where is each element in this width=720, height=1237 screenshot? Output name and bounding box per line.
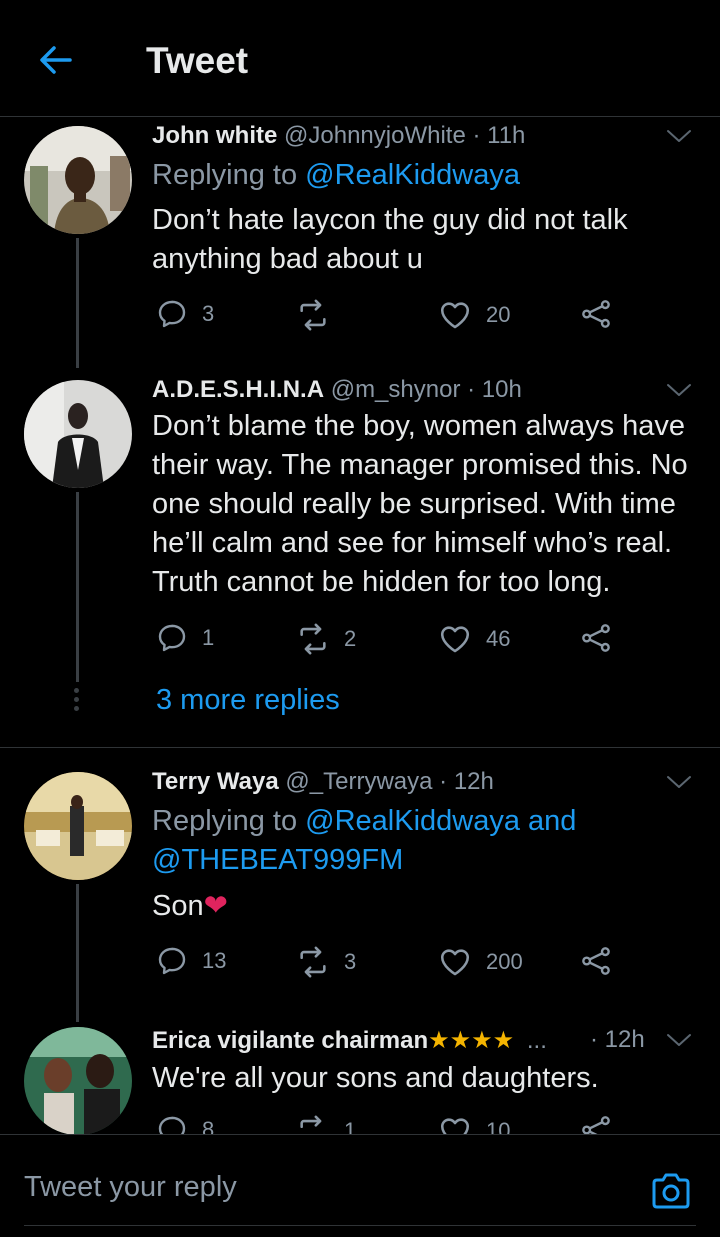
- mention-link[interactable]: @THEBEAT999FM: [152, 844, 403, 876]
- retweet-count: 2: [344, 626, 357, 651]
- composer-underline: [24, 1225, 696, 1226]
- share-icon: [580, 622, 612, 654]
- retweet-button[interactable]: 3: [296, 945, 356, 979]
- reply-button[interactable]: 1: [156, 622, 214, 654]
- retweet-button[interactable]: [296, 298, 344, 332]
- divider: [0, 747, 720, 748]
- author-handle[interactable]: @_Terrywaya: [285, 768, 432, 795]
- retweet-count: 3: [344, 949, 357, 974]
- author-name[interactable]: Terry Waya: [152, 768, 279, 795]
- back-arrow-icon[interactable]: [36, 40, 76, 80]
- camera-icon[interactable]: [650, 1171, 692, 1211]
- thread-line: [76, 884, 79, 1022]
- reply-count: 3: [202, 301, 215, 326]
- reply-count: 13: [202, 948, 227, 973]
- top-bar: Tweet: [0, 0, 720, 117]
- avatar[interactable]: [24, 1027, 132, 1135]
- tweet-actions: 13 3 200: [156, 945, 626, 981]
- reply-icon: [156, 622, 188, 654]
- avatar[interactable]: [24, 772, 132, 880]
- thread-line: [76, 238, 79, 368]
- thread-dots: [74, 688, 80, 715]
- tweet-text: Don’t blame the boy, women always have t…: [152, 410, 688, 598]
- share-button[interactable]: [580, 622, 626, 654]
- tweet-actions: 3 20: [156, 298, 626, 334]
- heart-emoji: ❤: [203, 890, 228, 922]
- like-icon: [438, 622, 472, 656]
- retweet-icon: [296, 622, 330, 656]
- thread-line: [76, 492, 79, 682]
- share-icon: [580, 945, 612, 977]
- star-emojis: ★★★★: [428, 1027, 515, 1054]
- like-count: 46: [486, 626, 511, 651]
- replying-to: Replying to @RealKiddwaya and @THEBEAT99…: [152, 805, 577, 876]
- tweet-time: · 10h: [467, 376, 522, 403]
- like-button[interactable]: 20: [438, 298, 510, 332]
- share-button[interactable]: [580, 298, 626, 330]
- mention-link[interactable]: @RealKiddwaya: [305, 159, 520, 191]
- mention-link[interactable]: @RealKiddwaya and: [305, 805, 576, 837]
- tweet-time: · 12h: [439, 768, 494, 795]
- tweet-text: Son❤: [152, 890, 228, 922]
- reply-input[interactable]: Tweet your reply: [24, 1171, 237, 1204]
- like-icon: [438, 945, 472, 979]
- tweet-time: · 12h: [590, 1026, 645, 1053]
- share-icon: [580, 298, 612, 330]
- like-count: 200: [486, 949, 523, 974]
- like-button[interactable]: 46: [438, 622, 510, 656]
- author-handle[interactable]: @m_shynor: [331, 376, 461, 403]
- tweet-actions: 1 2 46: [156, 622, 626, 658]
- reply-icon: [156, 945, 188, 977]
- retweet-icon: [296, 298, 330, 332]
- chevron-down-icon[interactable]: [666, 128, 692, 144]
- tweet-text: We're all your sons and daughters.: [152, 1062, 599, 1094]
- chevron-down-icon[interactable]: [666, 382, 692, 398]
- author-name[interactable]: Erica vigilante chairman: [152, 1027, 428, 1054]
- author-name[interactable]: John white: [152, 122, 277, 149]
- reply-button[interactable]: 3: [156, 298, 214, 330]
- tweet-text: Don’t hate laycon the guy did not talk a…: [152, 204, 628, 275]
- more-replies-link[interactable]: 3 more replies: [156, 684, 340, 717]
- author-handle[interactable]: @JohnnyjoWhite: [284, 122, 466, 149]
- reply-count: 1: [202, 625, 215, 650]
- avatar[interactable]: [24, 380, 132, 488]
- share-button[interactable]: [580, 945, 626, 977]
- like-button[interactable]: 200: [438, 945, 523, 979]
- reply-icon: [156, 298, 188, 330]
- retweet-icon: [296, 945, 330, 979]
- reply-button[interactable]: 13: [156, 945, 226, 977]
- like-count: 20: [486, 302, 511, 327]
- author-name[interactable]: A.D.E.S.H.I.N.A: [152, 376, 324, 403]
- replying-to: Replying to @RealKiddwaya: [152, 159, 520, 191]
- page-title: Tweet: [146, 40, 249, 81]
- truncated-handle: ...: [526, 1027, 547, 1054]
- reply-composer: Tweet your reply: [0, 1134, 720, 1237]
- like-icon: [438, 298, 472, 332]
- avatar[interactable]: [24, 126, 132, 234]
- tweet-time: · 11h: [472, 122, 526, 149]
- chevron-down-icon[interactable]: [666, 774, 692, 790]
- retweet-button[interactable]: 2: [296, 622, 356, 656]
- chevron-down-icon[interactable]: [666, 1032, 692, 1048]
